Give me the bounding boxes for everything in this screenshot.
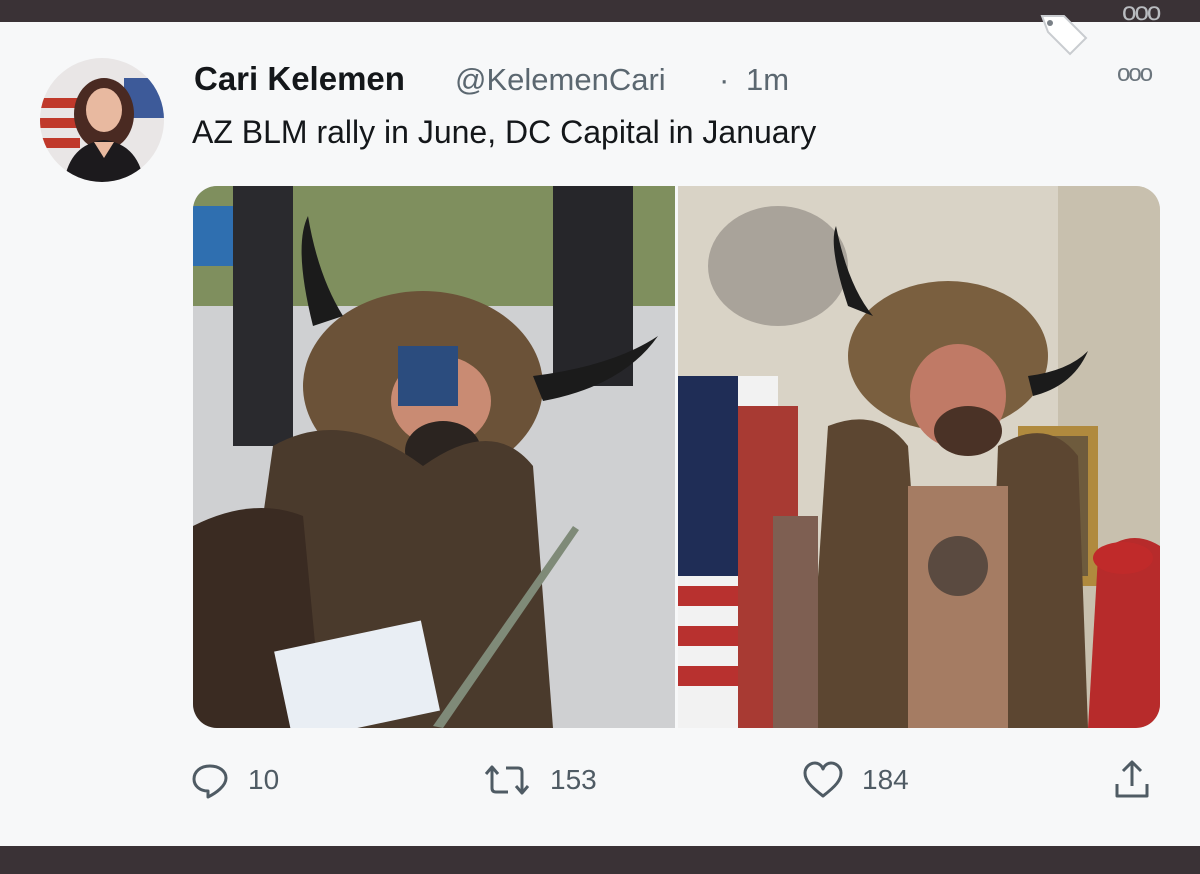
retweet-icon [484,765,530,795]
heart-icon [803,761,843,798]
share-button[interactable] [1112,758,1152,802]
bottom-border [0,846,1200,874]
more-options-icon[interactable]: ooo [1117,60,1153,88]
avatar-image [40,58,164,182]
tweet-media[interactable] [193,186,1160,728]
tweet-text: AZ BLM rally in June, DC Capital in Janu… [192,114,817,150]
top-border: ooo [0,0,1200,26]
retweet-count: 153 [550,764,597,795]
avatar[interactable] [40,58,164,182]
reply-count: 10 [248,764,280,795]
media-image-left[interactable] [193,186,675,728]
separator-dot: · [719,62,730,97]
like-button[interactable]: 184 [802,758,909,802]
top-more-icon: ooo [1122,0,1161,26]
timestamp[interactable]: 1m [746,62,789,98]
author-handle[interactable]: @KelemenCari [455,62,666,98]
like-count: 184 [862,764,909,795]
media-image-right[interactable] [678,186,1160,728]
share-icon [1115,760,1149,798]
tag-icon [1040,15,1088,56]
reply-button[interactable]: 10 [190,758,279,802]
reply-icon [192,764,228,799]
retweet-button[interactable]: 153 [482,758,597,802]
author-name[interactable]: Cari Kelemen [194,60,405,98]
